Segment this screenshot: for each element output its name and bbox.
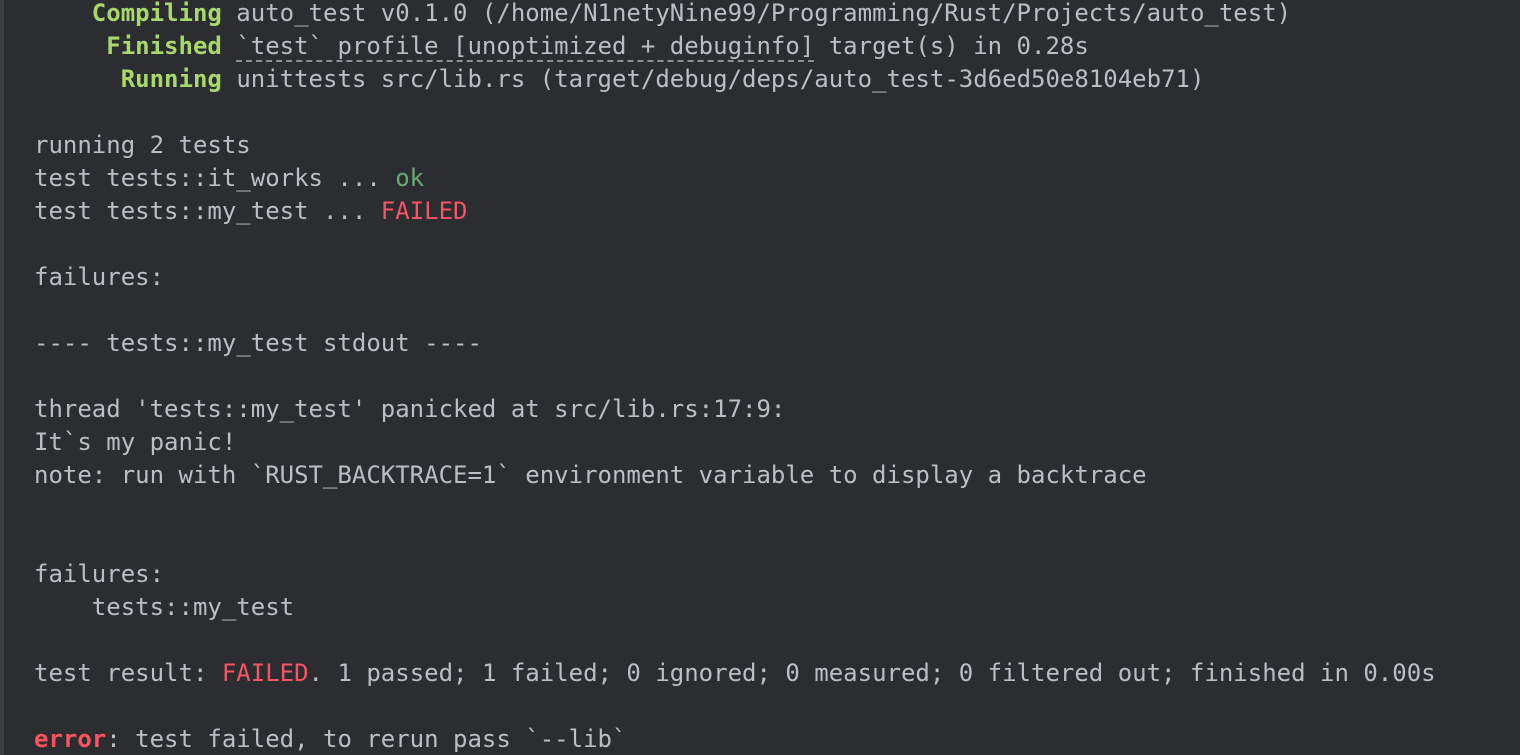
finished-text: target(s) in 0.28s — [814, 32, 1089, 60]
running-status: Running — [120, 65, 222, 93]
test-name: test tests::my_test ... — [34, 197, 381, 225]
test-result-line: test result: FAILED. 1 passed; 1 failed;… — [34, 657, 1436, 690]
profile-link[interactable]: `test` profile [unoptimized + debuginfo] — [236, 32, 815, 62]
test-status-failed: FAILED — [380, 197, 468, 225]
test-result-prefix: test result: — [34, 659, 222, 687]
failures-header: failures: — [34, 263, 165, 291]
panic-line: thread 'tests::my_test' panicked at src/… — [34, 395, 786, 423]
panic-message: It`s my panic! — [34, 428, 237, 456]
finished-status: Finished — [106, 32, 222, 60]
error-line: error: test failed, to rerun pass `--lib… — [34, 723, 626, 755]
test-name: test tests::it_works ... — [34, 164, 396, 192]
error-text: : test failed, to rerun pass `--lib` — [106, 725, 627, 753]
running-text: unittests src/lib.rs (target/debug/deps/… — [236, 65, 1205, 93]
stdout-header: ---- tests::my_test stdout ---- — [34, 329, 482, 357]
compiling-status: Compiling — [91, 0, 222, 27]
error-label: error — [34, 725, 107, 753]
running-tests-header: running 2 tests — [34, 131, 251, 159]
compiling-line: Compiling auto_test v0.1.0 (/home/N1nety… — [34, 0, 1291, 30]
failures-list-item: tests::my_test — [34, 593, 295, 621]
compiling-text: auto_test v0.1.0 (/home/N1netyNine99/Pro… — [236, 0, 1292, 27]
test-result-summary: . 1 passed; 1 failed; 0 ignored; 0 measu… — [308, 659, 1436, 687]
backtrace-note: note: run with `RUST_BACKTRACE=1` enviro… — [34, 461, 1147, 489]
test-status-ok: ok — [395, 164, 425, 192]
failures-list-header: failures: — [34, 560, 165, 588]
finished-line: Finished `test` profile [unoptimized + d… — [34, 30, 1089, 63]
test-line-it-works: test tests::it_works ... ok — [34, 162, 424, 195]
compiling-label — [34, 0, 92, 27]
terminal-output[interactable]: Compiling auto_test v0.1.0 (/home/N1nety… — [0, 0, 1520, 755]
test-result-status: FAILED — [221, 659, 309, 687]
test-line-my-test: test tests::my_test ... FAILED — [34, 195, 467, 228]
running-line: Running unittests src/lib.rs (target/deb… — [34, 63, 1205, 96]
